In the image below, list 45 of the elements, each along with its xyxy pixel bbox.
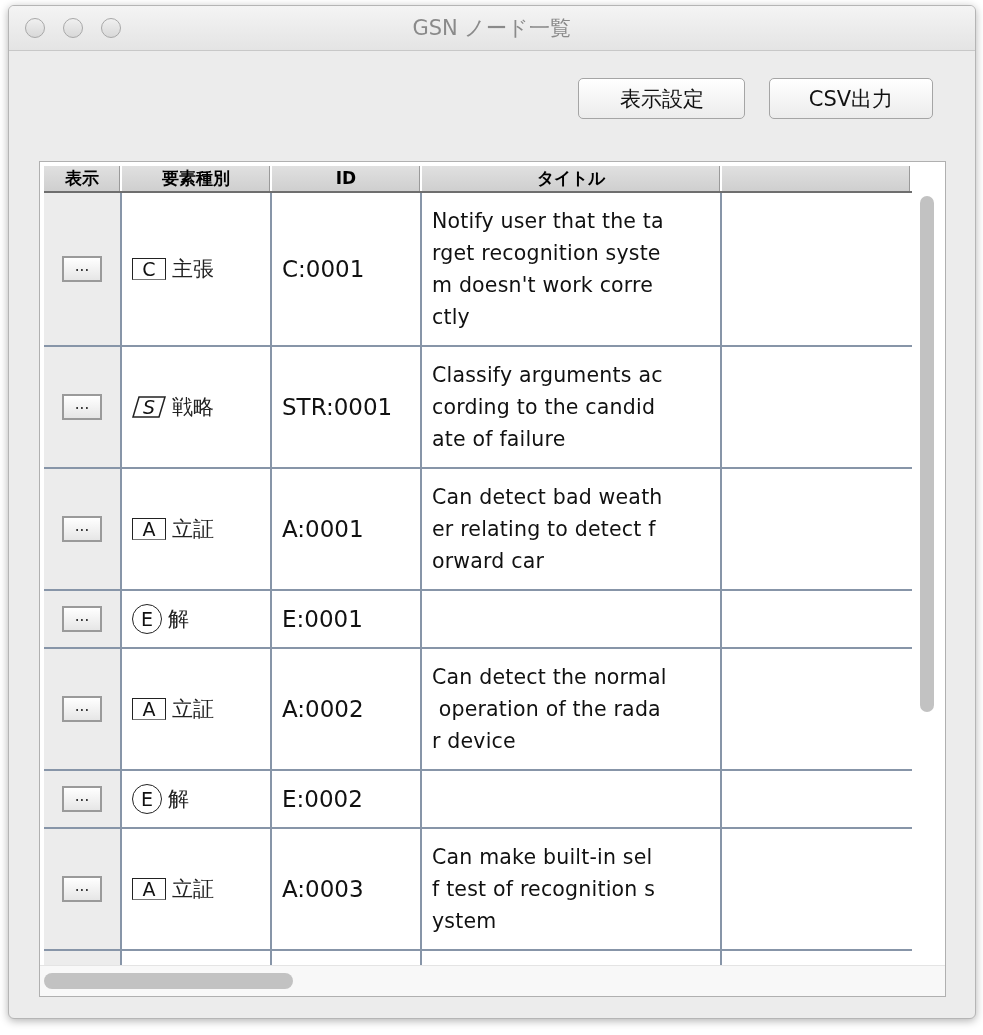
details-button[interactable]: ... — [62, 696, 102, 722]
window-title: GSN ノード一覧 — [412, 15, 572, 42]
node-title: Can detect the normal operation of the rada r device — [432, 664, 667, 755]
node-id: C:0001 — [282, 256, 365, 282]
node-type-label: 立証 — [172, 696, 214, 723]
column-header[interactable] — [722, 166, 912, 191]
horizontal-scrollbar[interactable] — [40, 965, 945, 996]
node-type-icon: A — [132, 518, 166, 540]
details-button[interactable]: ... — [62, 606, 102, 632]
node-id: A:0002 — [282, 696, 364, 722]
node-title: Notify user that the ta rget recognition syste m doesn't work corre ctly — [432, 208, 664, 331]
node-id: A:0003 — [282, 876, 364, 902]
node-type-label: 解 — [168, 786, 189, 813]
close-icon[interactable] — [25, 18, 45, 38]
scroll-thumb[interactable] — [920, 196, 934, 712]
details-button[interactable]: ... — [62, 786, 102, 812]
node-id: E:0001 — [282, 606, 363, 632]
node-type-icon: S — [132, 396, 166, 418]
node-type-icon: A — [132, 698, 166, 720]
column-header[interactable]: ID — [272, 166, 422, 191]
node-title: Classify arguments ac cording to the candid ate of failure — [432, 362, 663, 453]
scroll-thumb[interactable] — [44, 973, 293, 989]
zoom-icon[interactable] — [101, 18, 121, 38]
node-type-icon: A — [132, 878, 166, 900]
node-type-label: 立証 — [172, 876, 214, 903]
column-header[interactable]: タイトル — [422, 166, 722, 191]
node-title: Can make built-in sel f test of recognition s ystem — [432, 844, 656, 935]
node-type-label: 立証 — [172, 516, 214, 543]
column-header[interactable]: 要素種別 — [122, 166, 272, 191]
node-type-label: 主張 — [172, 256, 214, 283]
node-id: A:0001 — [282, 516, 364, 542]
node-type-label: 解 — [168, 606, 189, 633]
node-type-icon: C — [132, 258, 166, 280]
node-title: Can detect bad weath er relating to detect f orward car — [432, 484, 663, 575]
column-header[interactable]: 表示 — [44, 166, 122, 191]
toolbar-button[interactable]: CSV出力 — [769, 78, 933, 119]
node-id: E:0002 — [282, 786, 363, 812]
node-id: STR:0001 — [282, 394, 393, 420]
details-button[interactable]: ... — [62, 516, 102, 542]
minimize-icon[interactable] — [63, 18, 83, 38]
details-button[interactable]: ... — [62, 876, 102, 902]
details-button[interactable]: ... — [62, 394, 102, 420]
toolbar-button[interactable]: 表示設定 — [578, 78, 745, 119]
node-type-label: 戦略 — [172, 394, 214, 421]
details-button[interactable]: ... — [62, 256, 102, 282]
